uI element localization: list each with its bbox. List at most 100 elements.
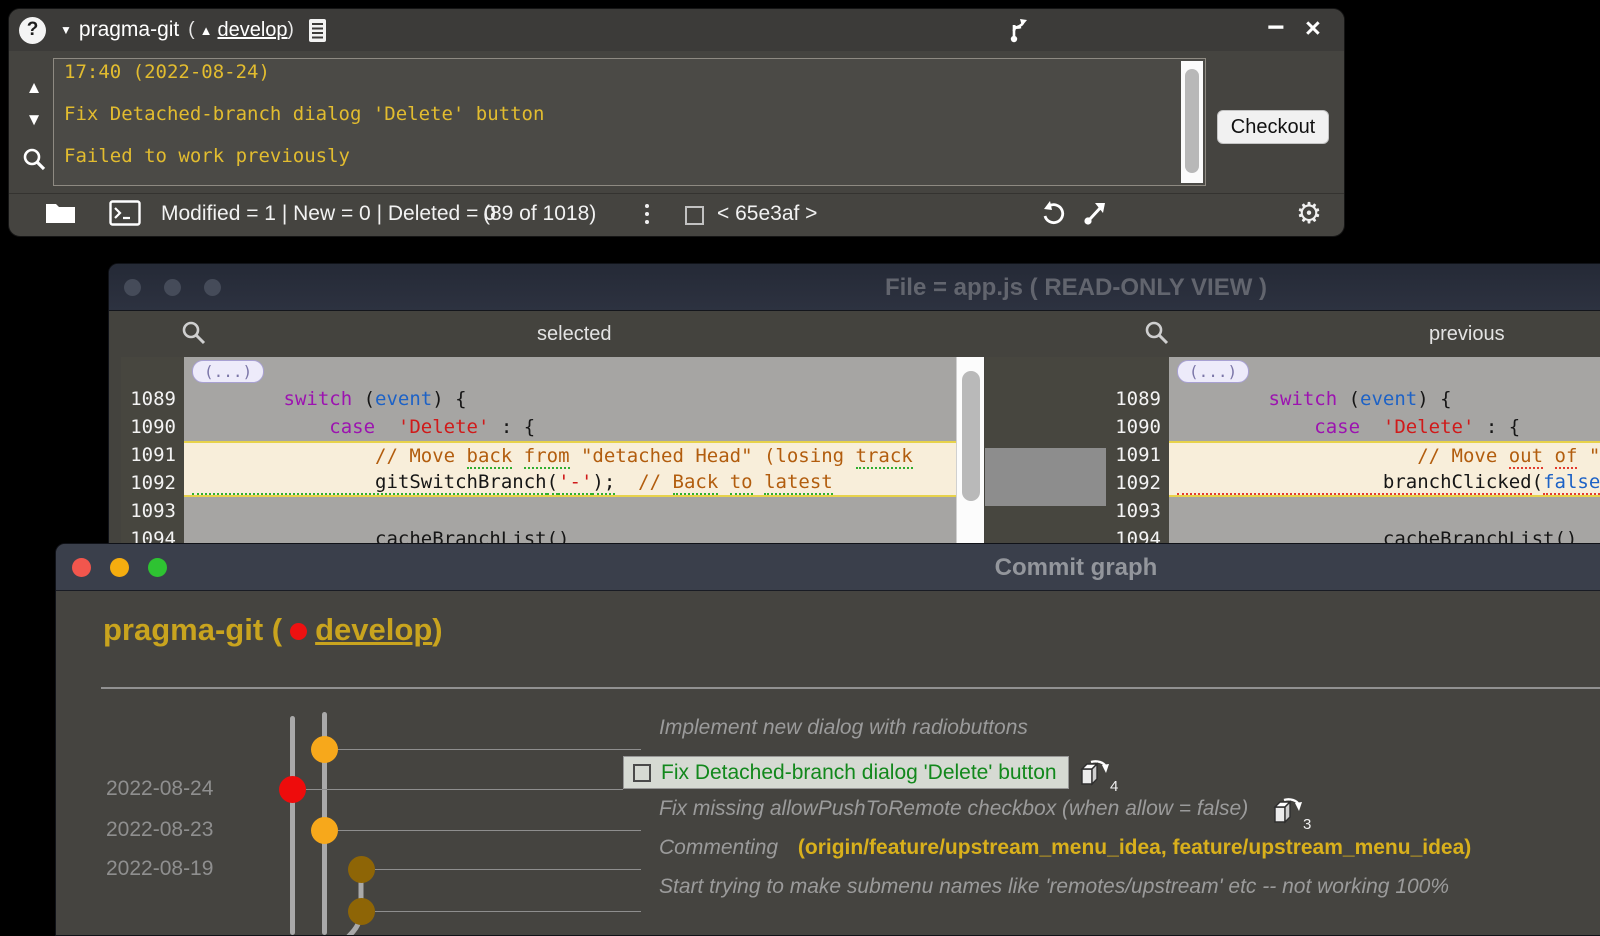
commit-dot-orange[interactable] — [311, 736, 338, 763]
selected-commit-row[interactable]: Fix Detached-branch dialog 'Delete' butt… — [623, 756, 1069, 789]
pin-arrow-icon[interactable] — [1081, 200, 1109, 228]
main-titlebar: ? ▼ pragma-git ( ▲ develop ) − × — [9, 9, 1344, 51]
commit-connector-line — [338, 749, 641, 750]
right-code-pane[interactable]: (...) switch (event) { case 'Delete' : {… — [1169, 357, 1600, 554]
heading-separator — [101, 687, 1600, 689]
branch-ahead-icon: ▲ — [200, 23, 213, 38]
branch-paren-open: ( — [188, 19, 194, 41]
line-number: 1092 — [1106, 469, 1169, 497]
file-counts-label: Modified = 1 | New = 0 | Deleted = 0 — [161, 202, 496, 226]
message-scrollbar[interactable] — [1181, 61, 1203, 183]
minimize-traffic-light[interactable] — [110, 558, 129, 577]
search-icon[interactable] — [1144, 320, 1170, 346]
line-number: 1092 — [121, 469, 184, 497]
squash-count-badge: 4 — [1110, 778, 1118, 795]
changed-code-line: gitSwitchBranch('-'); // Back to latest — [184, 469, 956, 497]
overflow-menu-icon[interactable] — [645, 204, 649, 224]
desktop: ? ▼ pragma-git ( ▲ develop ) − × ▲ ▼ 17:… — [0, 0, 1600, 936]
commit-connector-line — [375, 911, 641, 912]
diff-change-gutter — [985, 357, 1106, 554]
search-icon[interactable] — [181, 320, 207, 346]
folder-icon[interactable] — [45, 200, 76, 225]
changed-code-line: // Move out of "de — [1169, 441, 1600, 469]
commit-dot-darkgold[interactable] — [348, 856, 375, 883]
left-pane-scrollbar[interactable] — [956, 357, 984, 554]
code-line: case 'Delete' : { — [1169, 413, 1600, 441]
branch-link[interactable]: develop — [217, 19, 287, 42]
code-line: case 'Delete' : { — [184, 413, 956, 441]
collapsed-region-pill[interactable]: (...) — [1169, 357, 1600, 385]
diff-window-title: File = app.js ( READ-ONLY VIEW ) — [885, 274, 1267, 302]
line-number: 1093 — [121, 497, 184, 525]
commit-connector-line — [338, 830, 641, 831]
right-pane-label: previous — [1429, 323, 1505, 346]
commit-dot-selected-red[interactable] — [279, 776, 306, 803]
search-icon[interactable] — [19, 147, 49, 172]
commit-message[interactable]: Implement new dialog with radiobuttons — [659, 716, 1028, 740]
history-down-icon[interactable]: ▼ — [19, 110, 49, 130]
settings-gear-icon[interactable]: ⚙ — [1296, 196, 1322, 231]
terminal-icon[interactable] — [109, 200, 141, 226]
graph-repo-heading: pragma-git (develop) — [103, 612, 443, 648]
commit-message[interactable]: Start trying to make submenu names like … — [659, 875, 1449, 899]
heading-paren-close: ) — [432, 612, 442, 647]
diff-window: File = app.js ( READ-ONLY VIEW ) selecte… — [108, 263, 1600, 555]
close-traffic-light[interactable] — [72, 558, 91, 577]
squash-cube-icon[interactable] — [1078, 756, 1112, 788]
commit-message-box[interactable]: 17:40 (2022-08-24) Fix Detached-branch d… — [53, 58, 1206, 186]
line-number: 1090 — [1106, 413, 1169, 441]
chevron-down-icon[interactable]: ▼ — [60, 23, 72, 37]
commit-dot-orange[interactable] — [311, 817, 338, 844]
git-branch-icon[interactable] — [1007, 17, 1031, 45]
graph-date: 2022-08-23 — [106, 818, 213, 842]
left-pane-scrollbar-thumb[interactable] — [962, 371, 980, 501]
line-number: 1093 — [1106, 497, 1169, 525]
history-up-icon[interactable]: ▲ — [19, 78, 49, 98]
zoom-traffic-light[interactable] — [204, 279, 221, 296]
line-number: 1090 — [121, 413, 184, 441]
commit-dot-darkgold[interactable] — [348, 898, 375, 925]
notes-icon[interactable] — [308, 18, 327, 43]
main-statusbar: Modified = 1 | New = 0 | Deleted = 0 (89… — [9, 193, 1344, 236]
line-number: 1089 — [121, 385, 184, 413]
minimize-traffic-light[interactable] — [164, 279, 181, 296]
left-line-number-gutter: 1089 1090 1091 1092 1093 1094 — [121, 357, 184, 554]
undo-icon[interactable] — [1039, 200, 1067, 228]
code-line: switch (event) { — [184, 385, 956, 413]
collapsed-region-pill[interactable]: (...) — [184, 357, 956, 385]
line-number: 1091 — [1106, 441, 1169, 469]
close-traffic-light[interactable] — [124, 279, 141, 296]
line-number: 1091 — [121, 441, 184, 469]
left-pane-label: selected — [537, 323, 612, 346]
zoom-traffic-light[interactable] — [148, 558, 167, 577]
commit-connector-line — [375, 869, 641, 870]
branch-ref-labels: (origin/feature/upstream_menu_idea, feat… — [798, 836, 1471, 859]
commit-checkbox[interactable] — [633, 764, 651, 782]
repo-title: pragma-git — [79, 18, 179, 42]
code-line: switch (event) { — [1169, 385, 1600, 413]
commit-message[interactable]: Commenting (origin/feature/upstream_menu… — [659, 836, 1471, 860]
code-line — [1169, 497, 1600, 525]
graph-date: 2022-08-19 — [106, 857, 213, 881]
squash-cube-icon[interactable] — [1271, 794, 1305, 826]
branch-paren-close: ) — [288, 19, 294, 41]
help-icon[interactable]: ? — [19, 17, 46, 44]
branch-link[interactable]: develop — [315, 612, 432, 647]
main-window: ? ▼ pragma-git ( ▲ develop ) − × ▲ ▼ 17:… — [8, 8, 1345, 237]
history-position-label: (89 of 1018) — [483, 202, 596, 226]
minimize-button[interactable]: − — [1267, 11, 1285, 45]
left-code-pane[interactable]: (...) switch (event) { case 'Delete' : {… — [184, 357, 956, 554]
code-line — [184, 497, 956, 525]
diff-change-marker — [985, 448, 1106, 506]
message-line-1: 17:40 (2022-08-24) — [64, 61, 270, 83]
status-checkbox[interactable] — [685, 206, 704, 225]
current-commit-dot — [290, 623, 307, 640]
checkout-button[interactable]: Checkout — [1217, 110, 1329, 144]
message-line-2: Fix Detached-branch dialog 'Delete' butt… — [64, 103, 544, 125]
selected-commit-message[interactable]: Fix Detached-branch dialog 'Delete' butt… — [661, 761, 1057, 785]
message-scrollbar-thumb[interactable] — [1185, 69, 1199, 173]
commit-message[interactable]: Fix missing allowPushToRemote checkbox (… — [659, 797, 1248, 821]
changed-code-line: branchClicked(false — [1169, 469, 1600, 497]
graph-date: 2022-08-24 — [106, 777, 213, 801]
close-button[interactable]: × — [1305, 13, 1321, 44]
